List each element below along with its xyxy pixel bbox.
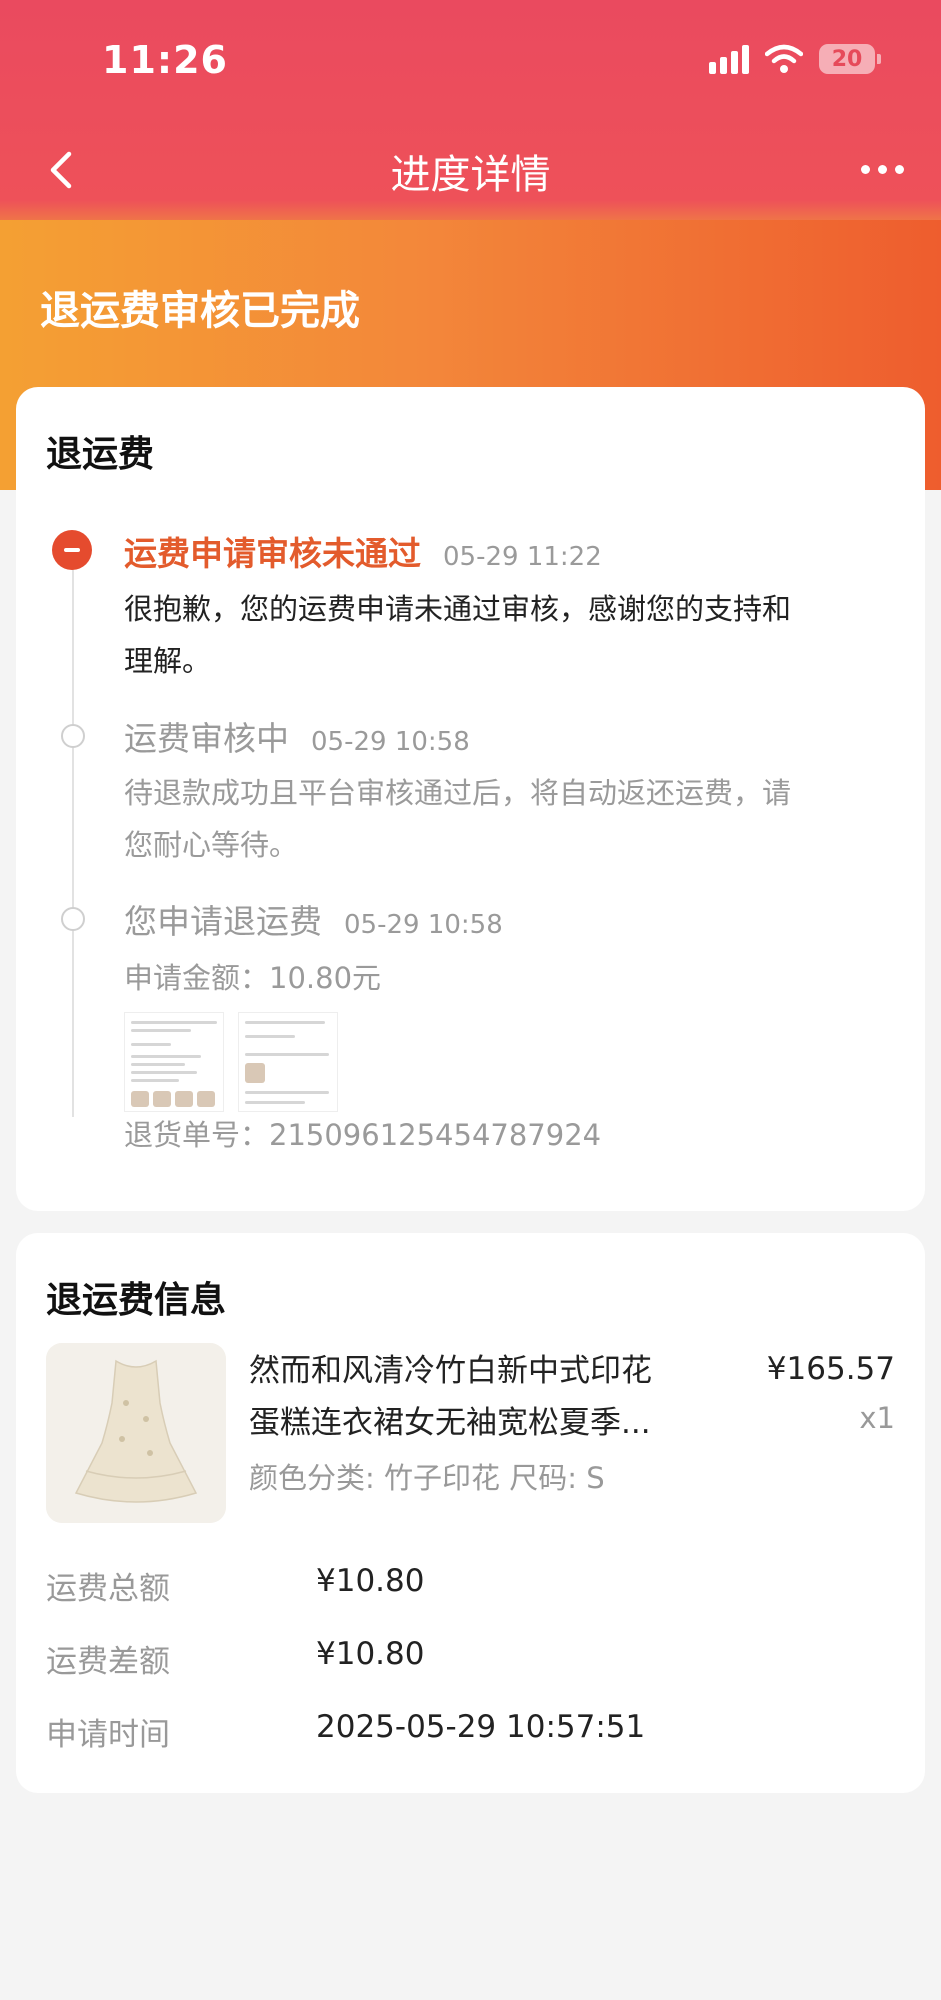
status-bar: 11:26 20 <box>0 0 941 120</box>
wifi-icon <box>765 44 803 73</box>
info-label: 运费总额 <box>46 1571 170 1607</box>
battery-icon: 20 <box>819 44 881 74</box>
timeline-step-title: 您申请退运费 <box>124 902 322 941</box>
product-name[interactable]: 然而和风清冷竹白新中式印花 蛋糕连衣裙女无袖宽松夏季... <box>249 1345 719 1449</box>
nav-bar: 进度详情 <box>0 120 941 220</box>
timeline-step-time: 05-29 10:58 <box>311 727 470 757</box>
evidence-image-thumbnail[interactable] <box>124 1012 224 1112</box>
progress-section-title: 退运费 <box>46 434 155 475</box>
timeline-step-header: 您申请退运费 05-29 10:58 <box>124 895 503 943</box>
info-value: ¥10.80 <box>316 1563 425 1599</box>
product-image[interactable] <box>46 1343 226 1523</box>
status-time: 11:26 <box>102 38 228 82</box>
page-title: 进度详情 <box>390 152 551 198</box>
product-spec: 颜色分类: 竹子印花 尺码: S <box>249 1461 605 1495</box>
dot-icon <box>894 164 904 174</box>
info-section-title: 退运费信息 <box>46 1280 227 1321</box>
timeline-step-time: 05-29 11:22 <box>443 542 602 572</box>
timeline-dot-icon <box>61 724 85 748</box>
timeline-step-header: 运费申请审核未通过 05-29 11:22 <box>124 527 602 575</box>
rejected-status-icon <box>52 530 92 570</box>
timeline-line <box>72 537 74 1117</box>
status-icons: 20 <box>709 44 881 74</box>
timeline-step-time: 05-29 10:58 <box>344 910 503 940</box>
cellular-signal-icon <box>709 44 749 74</box>
info-row-apply-time: 申请时间 2025-05-29 10:57:51 <box>46 1709 906 1754</box>
apply-amount: 申请金额：10.80元 <box>124 961 382 995</box>
dot-icon <box>860 164 870 174</box>
timeline-step-title: 运费审核中 <box>124 719 289 758</box>
progress-card: 退运费 运费申请审核未通过 05-29 11:22 很抱歉，您的运费申请未通过审… <box>16 387 925 1211</box>
return-tracking-number: 退货单号：215096125454787924 <box>124 1118 602 1152</box>
product-price: ¥165.57 <box>766 1351 895 1387</box>
evidence-image-thumbnail[interactable] <box>238 1012 338 1112</box>
dress-image <box>46 1343 226 1523</box>
product-quantity: x1 <box>859 1401 895 1435</box>
status-headline: 退运费审核已完成 <box>40 288 360 334</box>
refund-info-card: 退运费信息 然而和风清冷竹白新中式印花 蛋糕连衣裙女无袖宽松夏季... 颜色分类… <box>16 1233 925 1793</box>
timeline-step-description: 很抱歉，您的运费申请未通过审核，感谢您的支持和 理解。 <box>124 592 792 678</box>
info-label: 运费差额 <box>46 1644 170 1680</box>
timeline-step-title: 运费申请审核未通过 <box>124 534 421 573</box>
info-row-total: 运费总额 ¥10.80 <box>46 1563 906 1608</box>
info-row-difference: 运费差额 ¥10.80 <box>46 1636 906 1681</box>
timeline-step-description: 待退款成功且平台审核通过后，将自动返还运费，请 您耐心等待。 <box>124 776 792 862</box>
info-label: 申请时间 <box>46 1717 170 1753</box>
timeline-dot-icon <box>61 907 85 931</box>
more-button[interactable] <box>847 144 917 194</box>
info-value: ¥10.80 <box>316 1636 425 1672</box>
dot-icon <box>877 164 887 174</box>
timeline-step-header: 运费审核中 05-29 10:58 <box>124 712 470 760</box>
info-value: 2025-05-29 10:57:51 <box>316 1709 646 1745</box>
